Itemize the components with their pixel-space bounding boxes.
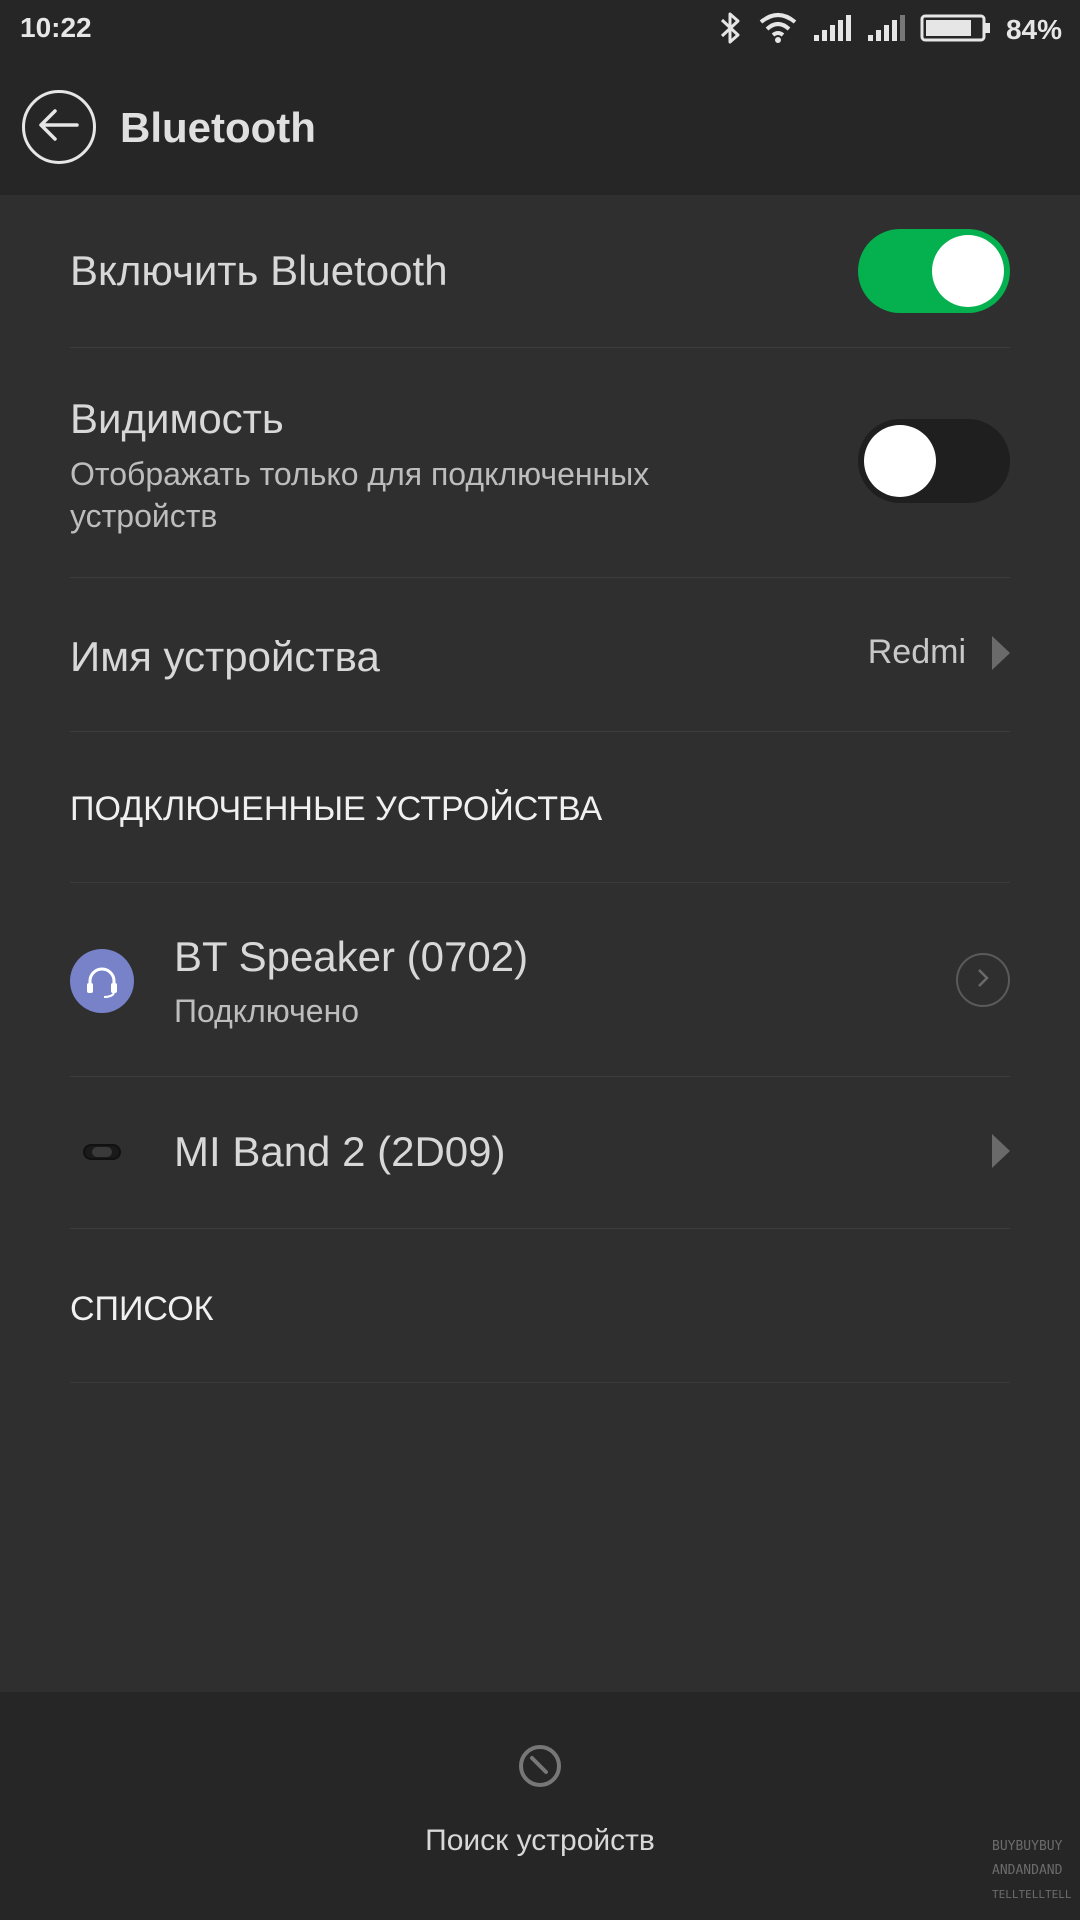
- arrow-left-icon: [37, 107, 81, 148]
- chevron-right-icon: [992, 635, 1010, 670]
- enable-bluetooth-label: Включить Bluetooth: [70, 247, 448, 294]
- device-name: BT Speaker (0702): [174, 933, 529, 980]
- visibility-toggle[interactable]: [858, 419, 1010, 503]
- available-devices-header: СПИСОК: [70, 1290, 1010, 1383]
- battery-icon: [920, 13, 992, 48]
- svg-text:TELLTELLTELL: TELLTELLTELL: [992, 1888, 1072, 1901]
- app-bar: Bluetooth: [0, 60, 1080, 195]
- status-icons: 84%: [718, 10, 1062, 50]
- visibility-row[interactable]: Видимость Отображать только для подключе…: [70, 347, 1010, 578]
- svg-text:BUYBUYBUY: BUYBUYBUY: [992, 1839, 1063, 1854]
- band-icon: [82, 1136, 122, 1173]
- search-devices-button[interactable]: Поиск устройств: [0, 1824, 1080, 1858]
- wifi-icon: [758, 12, 798, 49]
- battery-percent: 84%: [1005, 14, 1062, 45]
- paired-device-mi-band[interactable]: MI Band 2 (2D09): [70, 1076, 1010, 1229]
- visibility-subtitle: Отображать только для подключенных устро…: [70, 456, 650, 534]
- svg-text:ANDANDAND: ANDANDAND: [992, 1863, 1063, 1878]
- chevron-right-icon: [975, 967, 991, 994]
- watermark-logo: BUYBUYBUY ANDANDAND TELLTELLTELL: [992, 1830, 1072, 1914]
- device-status: Подключено: [174, 993, 360, 1029]
- device-name-label: Имя устройства: [70, 633, 380, 680]
- enable-bluetooth-toggle[interactable]: [858, 229, 1010, 313]
- status-time: 10:22: [20, 12, 92, 43]
- paired-device-bt-speaker[interactable]: BT Speaker (0702) Подключено: [70, 883, 1010, 1077]
- device-name: MI Band 2 (2D09): [174, 1128, 506, 1175]
- visibility-label: Видимость: [70, 395, 284, 442]
- bottom-bar: [0, 1692, 1080, 1920]
- device-name-value: Redmi: [867, 633, 966, 671]
- page-title: Bluetooth: [120, 104, 316, 151]
- paired-devices-header: ПОДКЛЮЧЕННЫЕ УСТРОЙСТВА: [70, 790, 1010, 883]
- status-bar: 10:22 84%: [0, 0, 1080, 60]
- device-name-row[interactable]: Имя устройства Redmi: [70, 577, 1010, 732]
- device-details-button[interactable]: [956, 953, 1010, 1007]
- toggle-knob: [932, 235, 1004, 307]
- signal-icon: [866, 13, 906, 48]
- signal-icon: [812, 13, 852, 48]
- bluetooth-icon: [718, 11, 744, 50]
- headset-icon: [70, 949, 134, 1013]
- back-button[interactable]: [22, 90, 96, 164]
- search-device-icon[interactable]: [516, 1742, 564, 1790]
- enable-bluetooth-row[interactable]: Включить Bluetooth: [70, 195, 1010, 348]
- chevron-right-icon: [992, 1134, 1010, 1168]
- toggle-knob: [864, 425, 936, 497]
